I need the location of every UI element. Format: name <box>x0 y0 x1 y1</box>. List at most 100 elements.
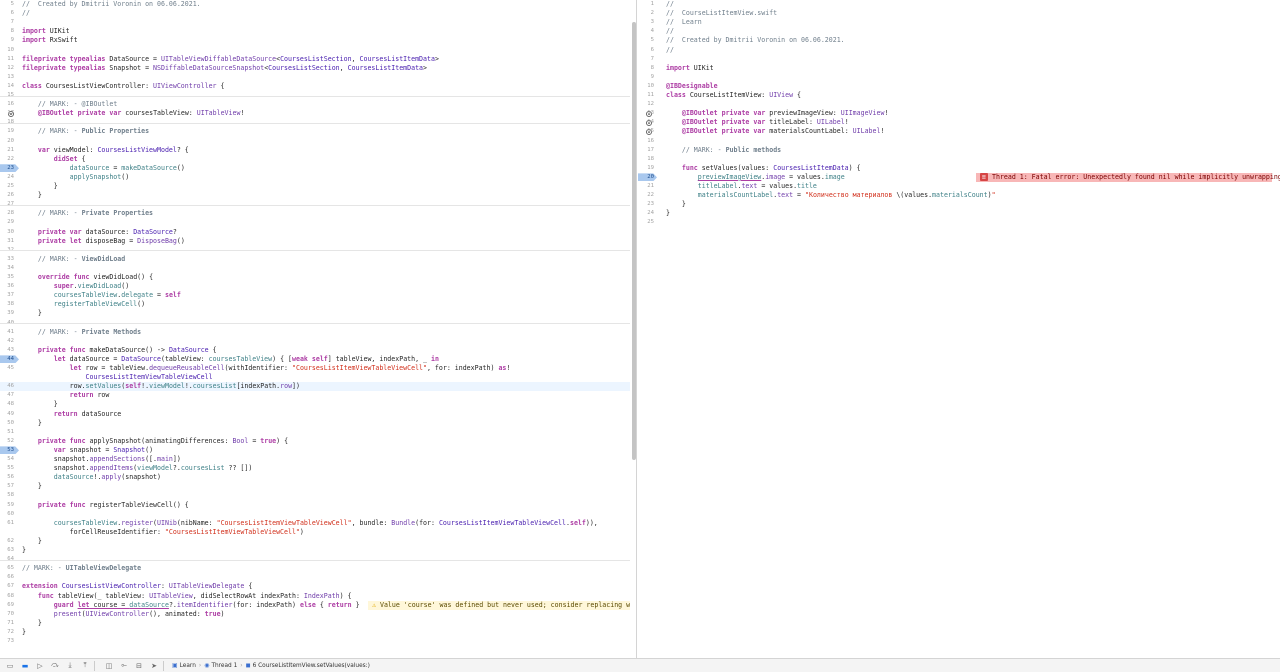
code-line[interactable]: 60 <box>0 510 630 519</box>
code-line[interactable]: 14 @IBOutlet private var titleLabel: UIL… <box>638 118 1280 127</box>
code-line[interactable]: 12 fileprivate typealias Snapshot = NSDif… <box>0 64 630 73</box>
code-line[interactable]: 12 <box>638 100 1280 109</box>
code-line[interactable]: 38 registerTableViewCell() <box>0 300 630 309</box>
code-line[interactable]: 11 class CourseListItemView: UIView { <box>638 91 1280 100</box>
environment-overrides-icon[interactable]: ⊟ <box>134 661 144 671</box>
code-line[interactable]: 71 } <box>0 619 630 628</box>
code-line[interactable]: 53 var snapshot = Snapshot() <box>0 446 630 455</box>
code-line[interactable]: 25 <box>638 218 1280 227</box>
code-line[interactable]: 51 <box>0 428 630 437</box>
code-line[interactable]: 22 materialsCountLabel.text = "Количеств… <box>638 191 1280 200</box>
code-line[interactable]: 7 <box>0 18 630 27</box>
code-line[interactable]: 10 <box>0 46 630 55</box>
code-line[interactable]: 16 // MARK: - @IBOutlet <box>0 100 630 109</box>
code-line[interactable]: 14 class CoursesListViewController: UIVie… <box>0 82 630 91</box>
code-line[interactable]: 35 override func viewDidLoad() { <box>0 273 630 282</box>
code-line[interactable]: 61 coursesTableView.register(UINib(nibNa… <box>0 519 630 528</box>
code-line[interactable]: 37 coursesTableView.delegate = self <box>0 291 630 300</box>
code-line[interactable]: 5 // Created by Dmitrii Voronin on 06.06.… <box>638 36 1280 45</box>
view-debugger-icon[interactable]: ◫ <box>104 661 114 671</box>
memory-graph-icon[interactable]: ⟜ <box>119 661 129 671</box>
code-line[interactable]: 29 <box>0 218 630 227</box>
warning-annotation[interactable]: ⚠ Value 'course' was defined but never us… <box>368 600 630 610</box>
console-toggle-icon[interactable]: ▭ <box>5 661 15 671</box>
code-line[interactable]: 36 super.viewDidLoad() <box>0 282 630 291</box>
code-line[interactable]: 7 <box>638 55 1280 64</box>
code-line[interactable]: 49 return dataSource <box>0 410 630 419</box>
code-line[interactable]: 6 // <box>638 46 1280 55</box>
code-line[interactable]: 16 <box>638 137 1280 146</box>
code-line[interactable]: 52 private func applySnapshot(animatingD… <box>0 437 630 446</box>
right-editor[interactable]: 1 // 2 // CourseListItemView.swift 3 // Learn… <box>638 0 1280 658</box>
code-line[interactable]: 19 // MARK: - Public Properties <box>0 127 630 136</box>
code-line[interactable]: 30 private var dataSource: DataSource? <box>0 228 630 237</box>
code-line[interactable]: 44 let dataSource = DataSource(tableView… <box>0 355 630 364</box>
code-line[interactable]: 26 } <box>0 191 630 200</box>
code-line[interactable]: 57 } <box>0 482 630 491</box>
code-line[interactable]: 3 // Learn <box>638 18 1280 27</box>
code-line[interactable]: 24 applySnapshot() <box>0 173 630 182</box>
code-line[interactable]: 9 <box>638 73 1280 82</box>
code-line[interactable]: 54 snapshot.appendSections([.main]) <box>0 455 630 464</box>
code-line[interactable]: 25 } <box>0 182 630 191</box>
code-line[interactable]: 34 <box>0 264 630 273</box>
step-out-icon[interactable]: ⤒ <box>80 661 90 671</box>
code-line[interactable]: 21 var viewModel: CoursesListViewModel? … <box>0 146 630 155</box>
code-line[interactable]: 10 @IBDesignable <box>638 82 1280 91</box>
code-line[interactable]: 31 private let disposeBag = DisposeBag() <box>0 237 630 246</box>
code-line[interactable]: CoursesListItemViewTableViewCell <box>0 373 630 382</box>
code-line[interactable]: 9 import RxSwift <box>0 36 630 45</box>
code-line[interactable]: 23 } <box>638 200 1280 209</box>
code-line[interactable]: 23 dataSource = makeDataSource() <box>0 164 630 173</box>
code-line[interactable]: 28 // MARK: - Private Properties <box>0 209 630 218</box>
step-over-icon[interactable]: ⤼ <box>50 661 60 671</box>
code-line[interactable]: 21 titleLabel.text = values.title <box>638 182 1280 191</box>
runtime-error-annotation[interactable]: ≡ Thread 1: Fatal error: Unexpectedly fou… <box>976 172 1280 182</box>
step-into-icon[interactable]: ⤓ <box>65 661 75 671</box>
crumb-frame[interactable]: 6 CourseListItemView.setValues(values:) <box>253 663 370 669</box>
code-line[interactable]: 13 <box>0 73 630 82</box>
code-line[interactable]: 15 @IBOutlet private var materialsCountL… <box>638 127 1280 136</box>
code-line[interactable]: 73 <box>0 637 630 646</box>
code-line[interactable]: 63} <box>0 546 630 555</box>
code-line[interactable]: 55 snapshot.appendItems(viewModel?.cours… <box>0 464 630 473</box>
code-line[interactable]: 1 // <box>638 0 1280 9</box>
code-line[interactable]: 72} <box>0 628 630 637</box>
code-line[interactable]: 4 // <box>638 27 1280 36</box>
code-line[interactable]: 17 // MARK: - Public methods <box>638 146 1280 155</box>
code-line[interactable]: 65 // MARK: - UITableViewDelegate <box>0 564 630 573</box>
code-line[interactable]: 50 } <box>0 419 630 428</box>
continue-icon[interactable]: ▷ <box>35 661 45 671</box>
code-line[interactable]: 8 import UIKit <box>638 64 1280 73</box>
code-line[interactable]: 2 // CourseListItemView.swift <box>638 9 1280 18</box>
code-line[interactable]: 33 // MARK: - ViewDidLoad <box>0 255 630 264</box>
code-line[interactable]: 67 extension CoursesListViewController: U… <box>0 582 630 591</box>
breakpoints-toggle-icon[interactable]: ▬ <box>20 661 30 671</box>
code-line[interactable]: 18 <box>638 155 1280 164</box>
crumb-target[interactable]: Learn <box>180 663 196 669</box>
left-editor[interactable]: 5 // Created by Dmitrii Voronin on 06.06.… <box>0 0 630 658</box>
code-line[interactable]: 20 <box>0 137 630 146</box>
code-line[interactable]: 56 dataSource!.apply(snapshot) <box>0 473 630 482</box>
code-line[interactable]: 17 @IBOutlet private var coursesTableVie… <box>0 109 630 118</box>
code-line[interactable]: 70 present(UIViewController(), animated:… <box>0 610 630 619</box>
code-line[interactable]: 8 import UIKit <box>0 27 630 36</box>
code-line[interactable]: 66 <box>0 573 630 582</box>
code-line[interactable]: 11 fileprivate typealias DataSource = UIT… <box>0 55 630 64</box>
code-line[interactable]: 47 return row <box>0 391 630 400</box>
code-line[interactable]: 5 // Created by Dmitrii Voronin on 06.06.… <box>0 0 630 9</box>
code-line[interactable]: 39 } <box>0 309 630 318</box>
code-line[interactable]: 19 func setValues(values: CoursesListIte… <box>638 164 1280 173</box>
code-line[interactable]: 42 <box>0 337 630 346</box>
crumb-thread[interactable]: Thread 1 <box>211 663 237 669</box>
code-line[interactable]: 41 // MARK: - Private Methods <box>0 328 630 337</box>
code-line[interactable]: 6 // <box>0 9 630 18</box>
code-line[interactable]: 22 didSet { <box>0 155 630 164</box>
left-scrollbar[interactable] <box>632 22 636 460</box>
code-line[interactable]: 45 let row = tableView.dequeueReusableCe… <box>0 364 630 373</box>
code-line[interactable]: 68 func tableView(_ tableView: UITableVi… <box>0 592 630 601</box>
location-icon[interactable]: ➤ <box>149 661 159 671</box>
code-line[interactable]: 24} <box>638 209 1280 218</box>
code-line[interactable]: forCellReuseIdentifier: "CoursesListItem… <box>0 528 630 537</box>
code-line[interactable]: 59 private func registerTableViewCell() … <box>0 501 630 510</box>
